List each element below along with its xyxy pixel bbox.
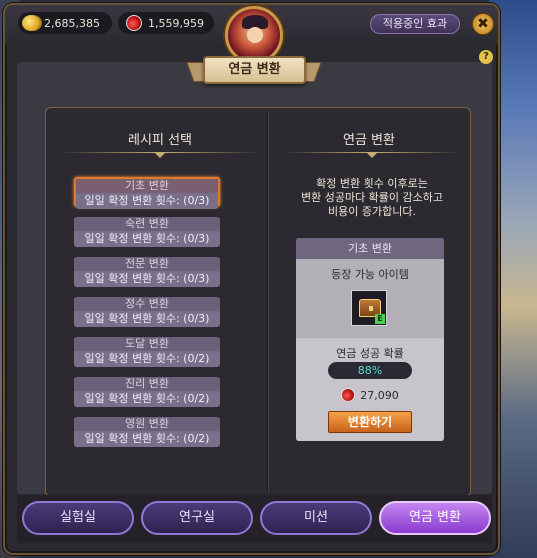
- red-potion-icon: [341, 388, 356, 402]
- recipe-title-marker: [155, 153, 165, 158]
- convert-description: 확정 변환 횟수 이후로는 변환 성공마다 확률이 감소하고 비용이 증가합니다…: [282, 177, 462, 219]
- recipe-name: 전문 변환: [74, 257, 220, 271]
- convert-button[interactable]: 변환하기: [328, 411, 412, 433]
- recipe-name: 진리 변환: [74, 377, 220, 391]
- recipe-skilled[interactable]: 숙련 변환 일일 확정 변환 횟수: (0/3): [74, 217, 220, 247]
- recipe-count: 일일 확정 변환 횟수: (0/3): [76, 193, 218, 209]
- recipe-basic[interactable]: 기초 변환 일일 확정 변환 횟수: (0/3): [74, 177, 220, 209]
- possible-items-label: 등장 가능 아이템: [331, 268, 409, 281]
- close-icon[interactable]: ✖: [472, 13, 494, 35]
- recipe-name: 기초 변환: [76, 179, 218, 193]
- recipe-expert[interactable]: 전문 변환 일일 확정 변환 횟수: (0/3): [74, 257, 220, 287]
- recipe-eternal[interactable]: 영원 변환 일일 확정 변환 횟수: (0/2): [74, 417, 220, 447]
- conversion-card: 기초 변환 등장 가능 아이템 E 연금 성공 확률 88% 27,090 변환…: [296, 238, 444, 441]
- recipe-truth[interactable]: 진리 변환 일일 확정 변환 횟수: (0/2): [74, 377, 220, 407]
- potion-amount: 1,559,959: [148, 16, 204, 30]
- tab-lab[interactable]: 실험실: [22, 501, 134, 535]
- tab-research[interactable]: 연구실: [141, 501, 253, 535]
- recipe-name: 정수 변환: [74, 297, 220, 311]
- description-line-2: 변환 성공마다 확률이 감소하고: [300, 191, 444, 204]
- success-rate-value: 88%: [328, 362, 412, 379]
- tab-alchemy-convert[interactable]: 연금 변환: [379, 501, 491, 535]
- recipe-count: 일일 확정 변환 횟수: (0/3): [74, 271, 220, 287]
- active-effects-button[interactable]: 적용중인 효과: [370, 14, 460, 34]
- recipe-reach[interactable]: 도달 변환 일일 확정 변환 횟수: (0/2): [74, 337, 220, 367]
- conversion-cost: 27,090: [296, 388, 444, 402]
- convert-section-title: 연금 변환: [343, 133, 395, 148]
- item-grade-tag: E: [375, 314, 385, 324]
- help-icon[interactable]: ?: [479, 50, 493, 64]
- description-line-3: 비용이 증가합니다.: [328, 205, 416, 218]
- potion-counter: 1,559,959: [118, 12, 214, 34]
- recipe-name: 영원 변환: [74, 417, 220, 431]
- recipe-name: 숙련 변환: [74, 217, 220, 231]
- success-rate-label: 연금 성공 확률: [336, 347, 404, 360]
- chest-lock: [369, 306, 373, 311]
- red-potion-icon: [126, 15, 142, 31]
- recipe-section-title: 레시피 선택: [128, 133, 192, 148]
- description-line-1: 확정 변환 횟수 이후로는: [316, 177, 428, 190]
- gold-amount: 2,685,385: [44, 16, 100, 30]
- item-slot[interactable]: E: [351, 290, 387, 326]
- recipe-count: 일일 확정 변환 횟수: (0/3): [74, 311, 220, 327]
- recipe-count: 일일 확정 변환 횟수: (0/3): [74, 231, 220, 247]
- recipe-count: 일일 확정 변환 횟수: (0/2): [74, 431, 220, 447]
- recipe-name: 도달 변환: [74, 337, 220, 351]
- gold-counter: 2,685,385: [18, 12, 112, 34]
- gold-coin-icon: [22, 15, 40, 31]
- card-title: 기초 변환: [296, 238, 444, 259]
- tab-mission[interactable]: 미션: [260, 501, 372, 535]
- recipe-essence[interactable]: 정수 변환 일일 확정 변환 횟수: (0/3): [74, 297, 220, 327]
- recipe-count: 일일 확정 변환 횟수: (0/2): [74, 351, 220, 367]
- panel-divider: [267, 112, 268, 492]
- recipe-count: 일일 확정 변환 횟수: (0/2): [74, 391, 220, 407]
- emblem-face: [247, 27, 263, 43]
- cost-amount: 27,090: [360, 388, 399, 402]
- convert-title-marker: [367, 153, 377, 158]
- window-title: 연금 변환: [203, 56, 306, 84]
